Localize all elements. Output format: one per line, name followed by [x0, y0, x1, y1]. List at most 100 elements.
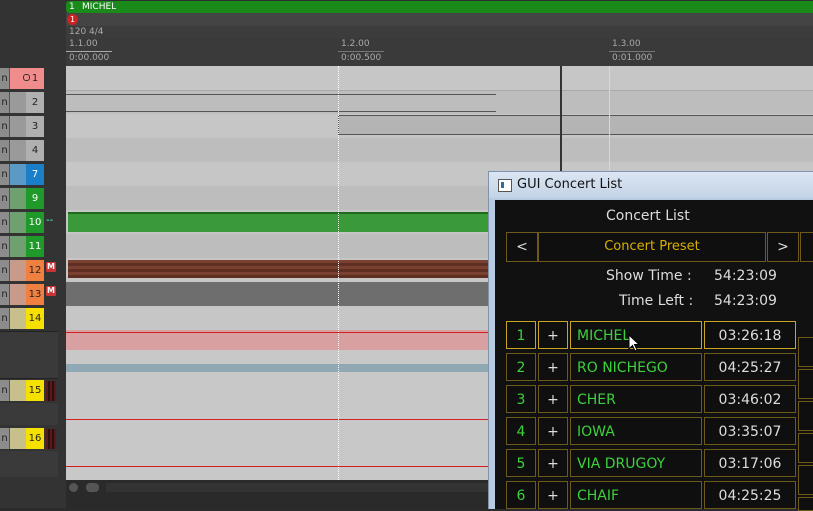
track-button[interactable]: n [0, 428, 10, 449]
track-button[interactable]: n [0, 116, 10, 137]
song-add-button[interactable]: + [538, 321, 568, 349]
track-header[interactable]: n 14 [0, 307, 58, 330]
track-number: 16 [26, 428, 44, 449]
track-number: 4 [26, 140, 44, 161]
track-header[interactable]: n3 [0, 115, 58, 138]
track-lane [66, 66, 813, 90]
region-bar[interactable]: 1 MICHEL [66, 1, 813, 13]
track-number: 13 [26, 284, 44, 305]
song-name: RO NICHEGO [570, 353, 702, 381]
concert-list-heading: Concert List [606, 208, 690, 224]
window-app-icon [498, 179, 512, 192]
side-column-cell[interactable] [798, 433, 813, 463]
ruler-time: 0:00.000 [69, 53, 109, 63]
scroll-left-icon[interactable] [69, 483, 78, 492]
ruler[interactable]: 1.1.00 0:00.000 1.2.00 0:00.500 1.3.00 0… [66, 38, 813, 66]
track-number: 14 [26, 308, 44, 329]
song-slot[interactable]: 5 + VIA DRUGOY 03:17:06 [506, 449, 796, 477]
song-number: 6 [506, 481, 536, 509]
midi-item[interactable] [66, 94, 496, 112]
window-titlebar[interactable]: GUI Concert List [489, 172, 813, 198]
track-header[interactable]: n 10 -- [0, 211, 58, 234]
side-column-cell[interactable] [798, 401, 813, 431]
track-button[interactable]: n [0, 188, 10, 209]
song-name: VIA DRUGOY [570, 449, 702, 477]
side-column-cell[interactable] [798, 497, 813, 511]
track-header[interactable]: n 12 M [0, 259, 58, 282]
song-name: CHAIF [570, 481, 702, 509]
track-header[interactable]: n2 [0, 91, 58, 114]
extra-button[interactable] [800, 232, 813, 262]
track-color [10, 212, 26, 233]
level-meter [46, 429, 56, 449]
track-spacer [0, 451, 58, 477]
grid-line [338, 66, 340, 480]
prev-button[interactable]: < [506, 232, 538, 262]
track-header[interactable]: n9 [0, 187, 58, 210]
ruler-time-label: 0:01.000 [612, 53, 653, 63]
time-left-label: Time Left : [619, 293, 694, 309]
marker-badge[interactable]: 1 [67, 14, 78, 25]
song-duration: 03:35:07 [704, 417, 796, 445]
side-column-cell[interactable] [798, 369, 813, 399]
preset-selector[interactable]: Concert Preset [538, 232, 766, 262]
track-color [10, 116, 26, 137]
track-button[interactable]: n [0, 212, 10, 233]
mute-badge[interactable]: M [46, 262, 56, 272]
next-button[interactable]: > [767, 232, 799, 262]
marker-lane [66, 13, 813, 26]
region-number: 1 [69, 2, 75, 12]
track-number: 15 [26, 380, 44, 401]
song-slot[interactable]: 2 + RO NICHEGO 04:25:27 [506, 353, 796, 381]
track-button[interactable]: n [0, 92, 10, 113]
track-button[interactable]: n [0, 140, 10, 161]
song-add-button[interactable]: + [538, 449, 568, 477]
midi-item[interactable] [338, 115, 813, 135]
mute-badge[interactable]: M [46, 286, 56, 296]
level-meter [46, 381, 56, 401]
track-button[interactable]: n [0, 260, 10, 281]
track-button[interactable]: n [0, 284, 10, 305]
track-header[interactable]: n4 [0, 139, 58, 162]
ruler-tick: 1.2.00 [341, 39, 370, 49]
song-duration: 03:17:06 [704, 449, 796, 477]
midi-item-brown[interactable] [68, 260, 498, 278]
song-add-button[interactable]: + [538, 417, 568, 445]
song-add-button[interactable]: + [538, 481, 568, 509]
mini-knob[interactable] [23, 74, 30, 81]
track-number: 9 [26, 188, 44, 209]
track-button[interactable]: n [0, 68, 10, 89]
zoom-icon[interactable] [86, 483, 99, 492]
song-number: 3 [506, 385, 536, 413]
track-panel: n1 n2 n3 n4 n7 n9 n 10 -- n 11 n 12 M n 13 M n1… [0, 0, 66, 508]
track-header[interactable]: n7 [0, 163, 58, 186]
track-button[interactable]: n [0, 308, 10, 329]
side-column-cell[interactable] [798, 465, 813, 495]
song-slot[interactable]: 4 + IOWA 03:35:07 [506, 417, 796, 445]
song-add-button[interactable]: + [538, 353, 568, 381]
ruler-bar-label: 1.1.00 [69, 39, 98, 49]
midi-item-green[interactable] [68, 212, 498, 232]
track-button[interactable]: n [0, 236, 10, 257]
song-slot[interactable]: 1 + MICHEL 03:26:18 [506, 321, 796, 349]
track-color [10, 428, 26, 449]
track-color [10, 260, 26, 281]
ruler-line [609, 51, 655, 52]
side-column-cell[interactable] [798, 337, 813, 367]
song-slot[interactable]: 6 + CHAIF 04:25:25 [506, 481, 796, 509]
song-add-button[interactable]: + [538, 385, 568, 413]
track-header[interactable]: n 11 [0, 235, 58, 258]
track-header[interactable]: n 15 [0, 379, 58, 402]
play-cursor [560, 66, 562, 176]
song-slot[interactable]: 3 + CHER 03:46:02 [506, 385, 796, 413]
track-color [10, 188, 26, 209]
show-time-label: Show Time : [606, 268, 692, 284]
timesig-label[interactable]: 120 4/4 [69, 27, 104, 37]
track-spacer [0, 403, 58, 425]
track-header[interactable]: n 16 [0, 427, 58, 450]
track-button[interactable]: n [0, 380, 10, 401]
track-header[interactable]: n 13 M [0, 283, 58, 306]
concert-list-window[interactable]: GUI Concert List Concert List < Concert … [488, 171, 813, 511]
track-color [10, 308, 26, 329]
track-button[interactable]: n [0, 164, 10, 185]
